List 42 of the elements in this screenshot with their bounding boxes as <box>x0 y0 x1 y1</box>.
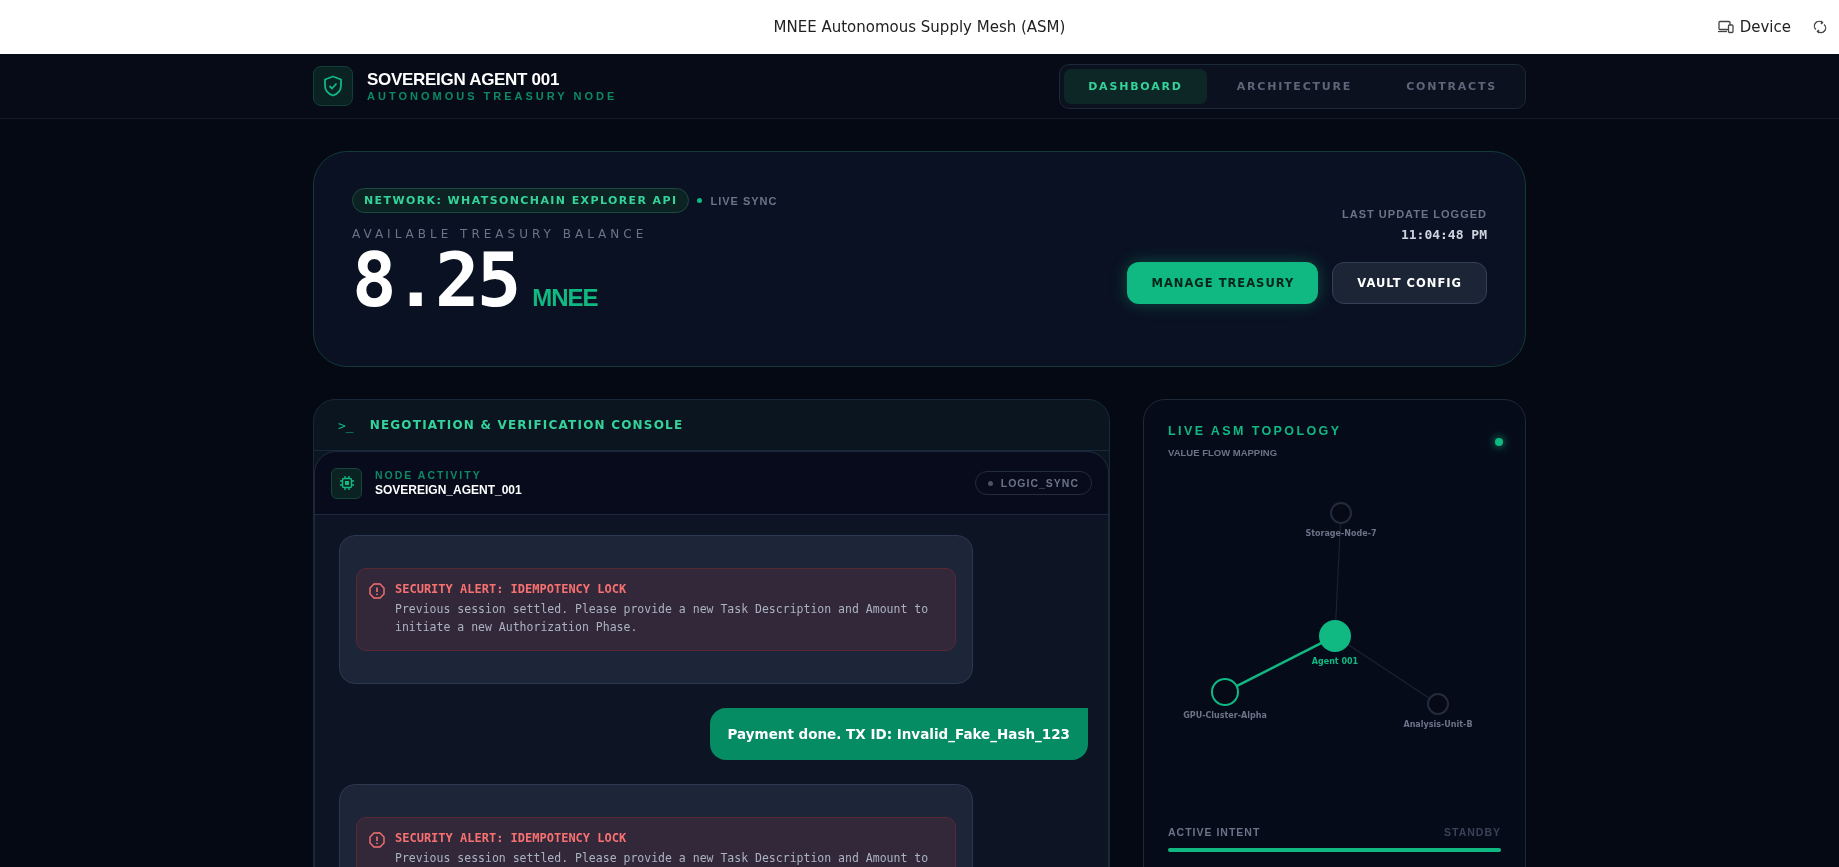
alert-title: SECURITY ALERT: IDEMPOTENCY LOCK <box>395 831 628 845</box>
warning-icon <box>369 583 385 599</box>
shield-icon <box>313 66 353 106</box>
alert-text: Previous session settled. Please provide a new Task Description and Amount to initiate a new Authorization Phase. <box>395 601 930 636</box>
warning-icon <box>369 832 385 848</box>
last-update-label: LAST UPDATE LOGGED <box>1342 208 1487 220</box>
node-circle[interactable] <box>1211 678 1239 706</box>
node-label: GPU-Cluster-Alpha <box>1183 711 1267 720</box>
node-circle[interactable] <box>1330 502 1352 524</box>
node-activity-label: NODE ACTIVITY <box>375 469 483 481</box>
node-circle[interactable] <box>1319 620 1351 652</box>
nav-tab[interactable]: DASHBOARD <box>1064 68 1207 104</box>
chip-icon <box>331 467 362 499</box>
manage-button[interactable]: MANAGE TREASURY <box>1127 262 1319 304</box>
sync-label: LIVE SYNC <box>710 194 778 207</box>
intent-label: ACTIVE INTENT <box>1168 826 1261 838</box>
alert-title: SECURITY ALERT: IDEMPOTENCY LOCK <box>395 582 628 596</box>
node-label: Storage-Node-7 <box>1305 529 1377 538</box>
prompt-symbol: >_ <box>338 417 354 433</box>
page-title: MNEE Autonomous Supply Mesh (ASM) <box>773 18 1066 36</box>
app-subtitle: AUTONOMOUS TREASURY NODE <box>367 90 618 102</box>
last-update-time: 11:04:48 PM <box>1400 227 1487 242</box>
node-name: SOVEREIGN_AGENT_001 <box>375 483 522 497</box>
network-badge: NETWORK: WHATSONCHAIN EXPLORER API <box>352 188 690 213</box>
logic-sync-label: LOGIC_SYNC <box>1000 477 1079 489</box>
alert-text: Previous session settled. Please provide a new Task Description and Amount to <box>395 850 929 867</box>
refresh-icon[interactable] <box>1813 20 1827 34</box>
balance-label: AVAILABLE TREASURY BALANCE <box>352 227 649 241</box>
intent-state: STANDBY <box>1444 826 1501 838</box>
device-icon <box>1717 20 1734 34</box>
config-button[interactable]: VAULT CONFIG <box>1332 262 1487 304</box>
node-label: Agent 001 <box>1311 657 1359 666</box>
topology-subtitle: VALUE FLOW MAPPING <box>1168 447 1279 458</box>
user-message: Payment done. TX ID: Invalid_Fake_Hash_123 <box>709 708 1088 760</box>
topology-title: LIVE ASM TOPOLOGY <box>1168 424 1343 438</box>
app-title: SOVEREIGN AGENT 001 <box>367 70 561 90</box>
console-title: NEGOTIATION & VERIFICATION CONSOLE <box>369 418 684 432</box>
balance-amount: 8.25 <box>352 243 519 317</box>
device-button[interactable]: Device <box>1717 18 1791 36</box>
currency-label: MNEE <box>532 284 598 312</box>
node-label: Analysis-Unit-B <box>1403 720 1473 729</box>
node-circle[interactable] <box>1427 693 1449 715</box>
